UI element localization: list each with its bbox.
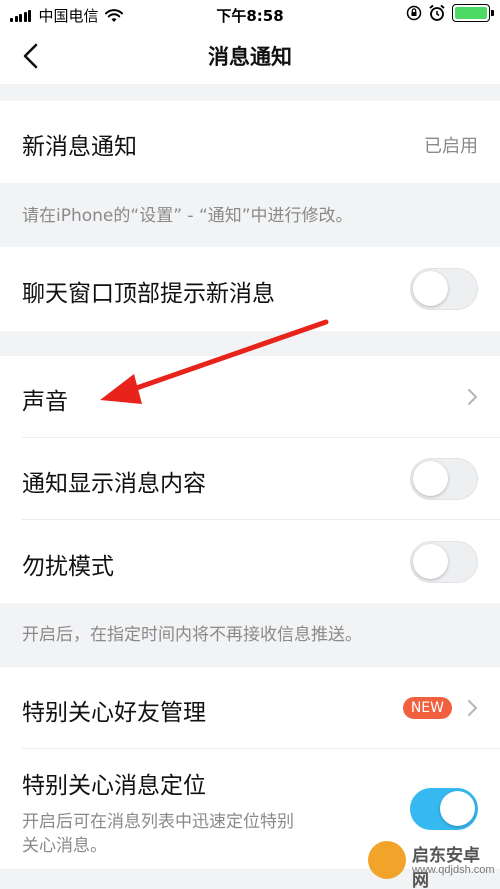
row-label: 聊天窗口顶部提示新消息 (22, 281, 275, 307)
nav-bar: 消息通知 (0, 28, 500, 84)
hint-dnd: 开启后，在指定时间内将不再接收信息推送。 (22, 625, 362, 645)
toggle-knob (413, 461, 448, 496)
new-badge: NEW (402, 697, 452, 719)
row-label: 声音 (22, 389, 68, 415)
row-label: 特别关心好友管理 (22, 700, 206, 726)
row-description-line1: 开启后可在消息列表中迅速定位特别 (22, 812, 294, 832)
toggle-knob (413, 271, 448, 306)
page-title: 消息通知 (208, 45, 292, 69)
row-label: 特别关心消息定位 (22, 773, 206, 799)
row-do-not-disturb: 勿扰模式 (0, 520, 500, 603)
chevron-right-icon (468, 389, 477, 405)
row-label: 通知显示消息内容 (22, 471, 206, 497)
row-new-message-notify[interactable]: 新消息通知 已启用 (0, 101, 500, 183)
status-value: 已启用 (424, 136, 478, 157)
watermark-logo: 启东安卓网 www.qdjdsh.com (368, 837, 495, 889)
row-special-friends[interactable]: 特别关心好友管理 NEW (0, 667, 500, 749)
status-right (406, 4, 494, 22)
row-description-line2: 关心消息。 (22, 836, 107, 856)
chevron-right-icon (468, 700, 477, 716)
battery-icon (452, 4, 494, 22)
toggle-knob (413, 544, 448, 579)
watermark-emblem-icon (368, 841, 406, 879)
row-sound[interactable]: 声音 (0, 356, 500, 438)
watermark-url: www.qdjdsh.com (412, 864, 495, 876)
show-content-toggle[interactable] (410, 458, 478, 500)
row-label: 新消息通知 (22, 134, 137, 160)
dnd-toggle[interactable] (410, 541, 478, 583)
hint-iphone-settings: 请在iPhone的“设置” - “通知”中进行修改。 (22, 206, 353, 226)
status-bar: 中国电信 下午8:58 (0, 0, 500, 28)
rotation-lock-icon (406, 5, 422, 21)
special-locate-toggle[interactable] (410, 788, 478, 830)
chat-top-prompt-toggle[interactable] (410, 268, 478, 310)
toggle-knob (440, 791, 475, 826)
alarm-icon (429, 4, 445, 21)
row-chat-top-prompt: 聊天窗口顶部提示新消息 (0, 247, 500, 331)
row-label: 勿扰模式 (22, 554, 114, 580)
row-show-content: 通知显示消息内容 (0, 438, 500, 520)
